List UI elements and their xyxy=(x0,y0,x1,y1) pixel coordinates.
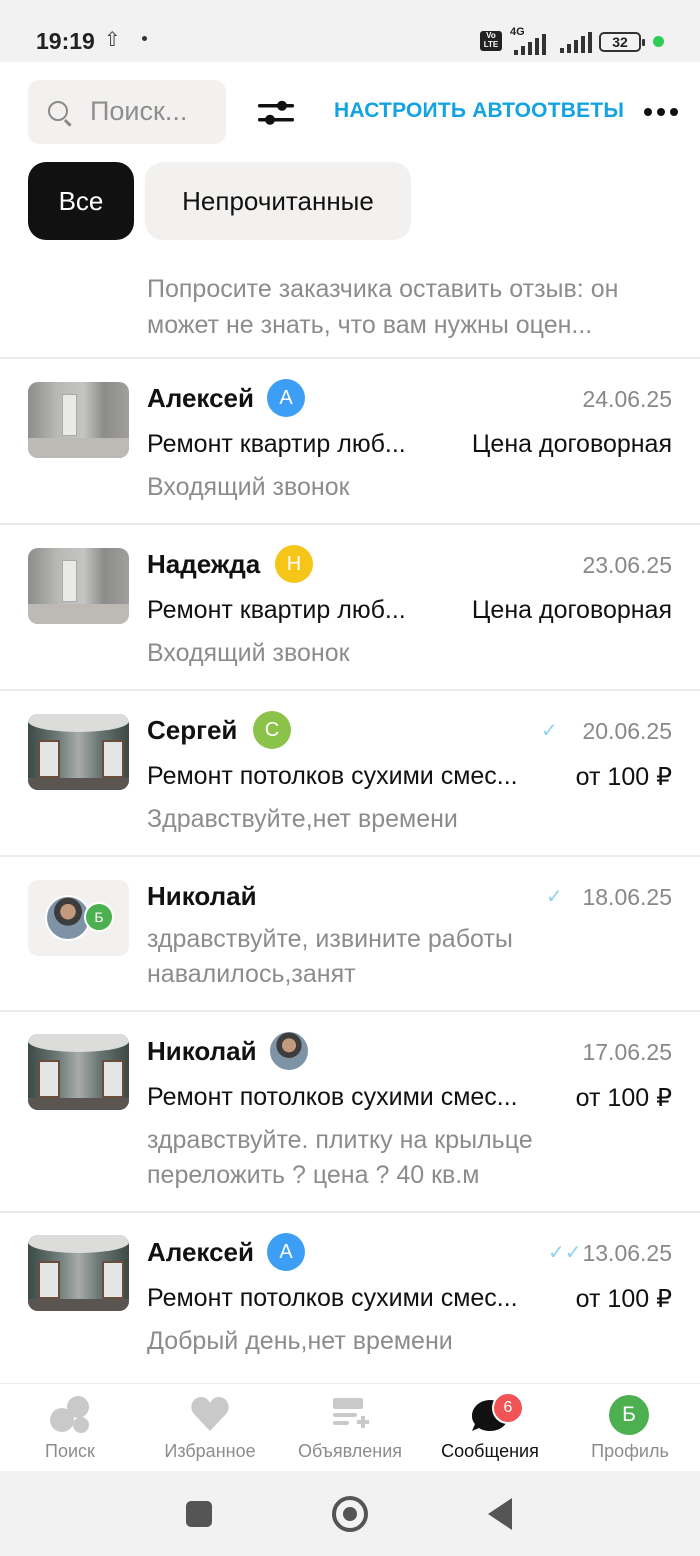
ad-title: Ремонт потолков сухими смес... xyxy=(147,762,518,790)
upload-icon: ⇧ xyxy=(104,29,121,51)
chat-name: Сергей xyxy=(147,715,238,745)
chat-date: 13.06.25 xyxy=(582,1240,672,1266)
status-time: 19:19 xyxy=(36,28,95,54)
chat-row[interactable]: Алексей А ✓✓ 13.06.25 Ремонт потолков су… xyxy=(0,1213,700,1378)
last-message: здравствуйте. плитку на крыльце переложи… xyxy=(147,1126,533,1189)
system-nav-bar xyxy=(0,1471,700,1556)
chat-date: 24.06.25 xyxy=(582,386,672,412)
tab-label: Избранное xyxy=(164,1441,256,1461)
signal-icon xyxy=(514,34,546,55)
last-message: Входящий звонок xyxy=(147,639,350,667)
avatar: А xyxy=(267,379,305,417)
recent-apps-icon[interactable] xyxy=(186,1501,212,1527)
chat-name: Николай xyxy=(147,1036,257,1066)
chat-date: 23.06.25 xyxy=(582,552,672,578)
ad-thumbnail xyxy=(28,382,129,458)
last-message: Добрый день,нет времени xyxy=(147,1327,453,1355)
search-icon xyxy=(48,101,68,121)
last-message: здравствуйте, извините работы навалилось… xyxy=(147,925,513,988)
back-icon[interactable] xyxy=(488,1498,512,1530)
chat-row[interactable]: Б Николай ✓ 18.06.25 здравствуйте, извин… xyxy=(0,857,700,1010)
chat-name: Николай xyxy=(147,881,257,911)
chat-name: Алексей xyxy=(147,1237,254,1267)
active-indicator-icon xyxy=(653,36,664,47)
ad-title: Ремонт квартир люб... xyxy=(147,596,406,624)
ad-price: от 100 ₽ xyxy=(575,1084,672,1112)
tab-label: Поиск xyxy=(45,1441,95,1461)
avatar: А xyxy=(267,1233,305,1271)
search-input[interactable]: Поиск... xyxy=(28,80,226,144)
chat-name: Надежда xyxy=(147,549,261,579)
search-bubbles-icon xyxy=(50,1396,89,1433)
tab-label: Объявления xyxy=(297,1441,403,1461)
profile-avatar-icon: Б xyxy=(609,1395,649,1435)
chat-date: 18.06.25 xyxy=(582,884,672,910)
battery-icon: 32 xyxy=(599,32,645,52)
unread-count-badge: 6 xyxy=(492,1392,524,1424)
notification-dot-icon xyxy=(142,36,147,41)
ad-thumbnail xyxy=(28,714,129,790)
last-message: Здравствуйте,нет времени xyxy=(147,805,458,833)
avatar xyxy=(268,1030,310,1072)
avatar: Н xyxy=(275,545,313,583)
more-options-icon[interactable] xyxy=(644,108,678,116)
avatar: Б xyxy=(84,902,114,932)
chat-row[interactable]: Надежда Н 23.06.25 Ремонт квартир люб...… xyxy=(0,525,700,690)
double-check-icon: ✓✓ xyxy=(548,1242,582,1264)
tab-label: Профиль xyxy=(591,1441,669,1461)
autoreply-settings-button[interactable]: НАСТРОИТЬ АВТООТВЕТЫ xyxy=(334,99,624,123)
chat-row[interactable]: Николай 17.06.25 Ремонт потолков сухими … xyxy=(0,1012,700,1210)
bottom-tab-bar: Поиск Избранное Объявления 6 Сообщения Б… xyxy=(0,1383,700,1472)
ad-price: от 100 ₽ xyxy=(575,1285,672,1313)
ad-price: Цена договорная xyxy=(471,596,672,624)
filter-icon[interactable] xyxy=(258,98,294,128)
read-check-icon: ✓ xyxy=(546,886,563,908)
ad-price: от 100 ₽ xyxy=(575,763,672,791)
ad-title: Ремонт потолков сухими смес... xyxy=(147,1083,518,1111)
tab-label: Сообщения xyxy=(441,1441,539,1461)
ad-title: Ремонт потолков сухими смес... xyxy=(147,1284,518,1312)
chat-row[interactable]: Алексей А 24.06.25 Ремонт квартир люб...… xyxy=(0,359,700,524)
ad-price: Цена договорная xyxy=(471,430,672,458)
chat-date: 20.06.25 xyxy=(582,718,672,744)
ads-list-icon xyxy=(333,1398,369,1428)
chat-date: 17.06.25 xyxy=(582,1039,672,1065)
signal-icon-2 xyxy=(560,32,592,53)
ad-thumbnail xyxy=(28,1034,129,1110)
chat-name: Алексей xyxy=(147,383,254,413)
ad-thumbnail xyxy=(28,1235,129,1311)
search-placeholder: Поиск... xyxy=(90,96,188,126)
heart-icon xyxy=(191,1397,229,1431)
user-avatar-thumbnail: Б xyxy=(28,880,129,956)
last-message: Входящий звонок xyxy=(147,473,350,501)
volte-icon: Vo LTE xyxy=(480,31,502,51)
read-check-icon: ✓ xyxy=(541,720,558,742)
ad-thumbnail xyxy=(28,548,129,624)
home-icon[interactable] xyxy=(332,1496,368,1532)
status-bar: 19:19 ⇧ Vo LTE 4G 32 xyxy=(0,0,700,62)
ad-title: Ремонт квартир люб... xyxy=(147,430,406,458)
filter-unread-chip[interactable]: Непрочитанные xyxy=(145,162,411,240)
avatar: С xyxy=(253,711,291,749)
filter-all-chip[interactable]: Все xyxy=(28,162,134,240)
review-tip-banner[interactable]: Попросите заказчика оставить отзыв: он м… xyxy=(147,271,687,343)
chat-row[interactable]: Сергей С ✓ 20.06.25 Ремонт потолков сухи… xyxy=(0,691,700,856)
